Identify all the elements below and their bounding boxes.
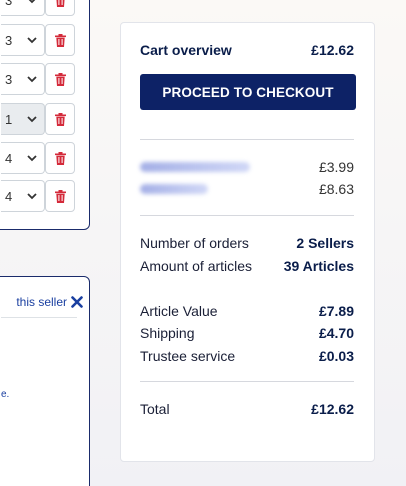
cart-header: Cart overview £12.62 xyxy=(140,42,354,58)
item-row: 1 xyxy=(1,103,91,135)
remove-item-button[interactable] xyxy=(45,24,75,56)
chevron-down-icon xyxy=(27,193,37,200)
item-row: 4 xyxy=(1,142,91,174)
summary-label: Amount of articles xyxy=(140,258,253,274)
cart-overview-card: Cart overview £12.62 PROCEED TO CHECKOUT… xyxy=(120,22,375,462)
chevron-down-icon xyxy=(27,37,37,44)
close-icon xyxy=(71,296,83,308)
item-row: 4 xyxy=(1,180,91,212)
quantity-select[interactable]: 4 xyxy=(1,180,45,212)
total-label: Total xyxy=(140,401,170,417)
chevron-down-icon xyxy=(27,155,37,162)
quantity-select[interactable]: 3 xyxy=(1,0,45,16)
quantity-select[interactable]: 4 xyxy=(1,142,45,174)
chevron-down-icon xyxy=(27,76,37,83)
cost-value: £7.89 xyxy=(318,303,354,319)
quantity-value: 3 xyxy=(5,32,13,48)
item-row: 3 xyxy=(1,0,91,16)
remove-item-button[interactable] xyxy=(45,103,75,135)
seller-name-redacted xyxy=(140,184,208,194)
cost-label: Article Value xyxy=(140,303,218,319)
seller-name-redacted xyxy=(140,162,250,172)
summary-value: 2 Sellers xyxy=(296,235,354,251)
cost-value: £4.70 xyxy=(318,325,354,341)
quantity-value: 3 xyxy=(5,0,13,8)
remove-item-button[interactable] xyxy=(45,142,75,174)
trash-icon xyxy=(54,189,66,203)
summary-row: Amount of articles 39 Articles xyxy=(140,258,354,274)
cost-label: Trustee service xyxy=(140,348,236,364)
seller-line: £3.99 xyxy=(140,159,354,175)
cart-title: Cart overview xyxy=(140,42,232,58)
chevron-down-icon xyxy=(28,0,36,4)
remove-item-button[interactable] xyxy=(45,0,75,16)
cart-total-top: £12.62 xyxy=(311,42,354,58)
quantity-value: 4 xyxy=(5,188,13,204)
item-row: 3 xyxy=(1,63,91,95)
trash-icon xyxy=(54,72,66,86)
cart-items-panel: 3 3 3 1 4 4 xyxy=(0,0,90,230)
divider xyxy=(1,317,77,318)
summary-label: Number of orders xyxy=(140,235,249,251)
quantity-value: 3 xyxy=(5,71,13,87)
quantity-value: 4 xyxy=(5,150,13,166)
total-value: £12.62 xyxy=(311,401,354,417)
trash-icon xyxy=(54,33,66,47)
quantity-select[interactable]: 1 xyxy=(1,103,45,135)
item-row: 3 xyxy=(1,24,91,56)
trash-icon xyxy=(54,151,66,165)
quantity-select[interactable]: 3 xyxy=(1,24,45,56)
divider xyxy=(140,381,354,382)
seller-line-price: £3.99 xyxy=(318,159,354,175)
quantity-value: 1 xyxy=(5,111,13,127)
cost-label: Shipping xyxy=(140,325,195,341)
remove-seller-link[interactable]: this seller xyxy=(1,295,83,309)
seller-panel: this seller e. xyxy=(0,276,90,486)
seller-note-text: e. xyxy=(1,389,10,400)
chevron-down-icon xyxy=(27,116,37,123)
divider xyxy=(140,215,354,216)
cost-row: Shipping £4.70 xyxy=(140,325,354,341)
remove-item-button[interactable] xyxy=(45,63,75,95)
trash-icon xyxy=(54,112,66,126)
cost-row: Trustee service £0.03 xyxy=(140,348,354,364)
remove-item-button[interactable] xyxy=(45,180,75,212)
quantity-select[interactable]: 3 xyxy=(1,63,45,95)
remove-seller-label: this seller xyxy=(16,295,67,309)
proceed-to-checkout-button[interactable]: PROCEED TO CHECKOUT xyxy=(140,74,356,110)
divider xyxy=(140,139,354,140)
seller-line: £8.63 xyxy=(140,181,354,197)
seller-line-price: £8.63 xyxy=(318,181,354,197)
summary-row: Number of orders 2 Sellers xyxy=(140,235,354,251)
cost-row: Article Value £7.89 xyxy=(140,303,354,319)
trash-icon xyxy=(56,0,64,7)
summary-value: 39 Articles xyxy=(283,258,354,274)
cost-value: £0.03 xyxy=(318,348,354,364)
total-row: Total £12.62 xyxy=(140,401,354,417)
